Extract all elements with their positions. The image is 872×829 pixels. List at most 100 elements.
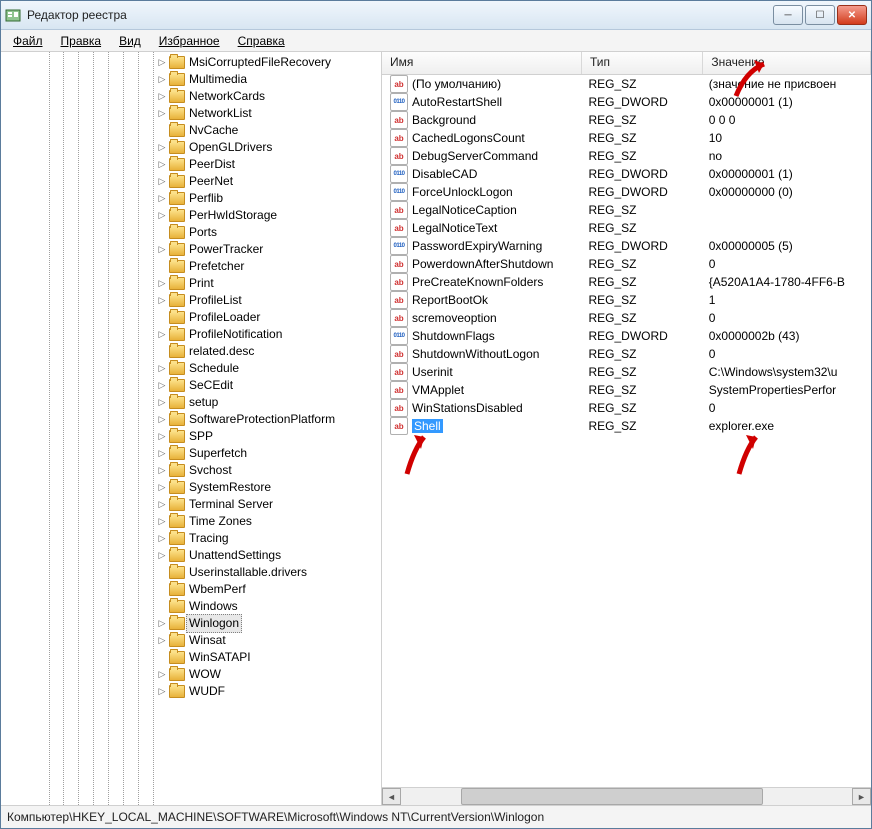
list-item[interactable]: abVMAppletREG_SZSystemPropertiesPerfor — [382, 381, 871, 399]
horizontal-scrollbar[interactable]: ◄ ► — [382, 787, 871, 805]
tree-item[interactable]: ▷NetworkList — [156, 105, 381, 122]
expand-icon[interactable]: ▷ — [156, 397, 168, 409]
tree-item[interactable]: ProfileLoader — [156, 309, 381, 326]
list-item[interactable]: abShutdownWithoutLogonREG_SZ0 — [382, 345, 871, 363]
tree-item[interactable]: ▷SPP — [156, 428, 381, 445]
tree-item[interactable]: ▷Print — [156, 275, 381, 292]
list-item[interactable]: abLegalNoticeTextREG_SZ — [382, 219, 871, 237]
maximize-button[interactable]: ☐ — [805, 5, 835, 25]
list-item[interactable]: abPreCreateKnownFoldersREG_SZ{A520A1A4-1… — [382, 273, 871, 291]
menu-edit[interactable]: Правка — [53, 32, 110, 50]
column-header-value[interactable]: Значение — [703, 52, 871, 74]
close-button[interactable]: ✕ — [837, 5, 867, 25]
expand-icon[interactable]: ▷ — [156, 550, 168, 562]
expand-icon[interactable]: ▷ — [156, 295, 168, 307]
tree-item[interactable]: ▷NetworkCards — [156, 88, 381, 105]
tree-item[interactable]: Windows — [156, 598, 381, 615]
expand-icon[interactable]: ▷ — [156, 635, 168, 647]
tree-item[interactable]: ▷PeerDist — [156, 156, 381, 173]
list-item[interactable]: abLegalNoticeCaptionREG_SZ — [382, 201, 871, 219]
menu-help[interactable]: Справка — [230, 32, 293, 50]
expand-icon[interactable]: ▷ — [156, 210, 168, 222]
expand-icon[interactable]: ▷ — [156, 329, 168, 341]
tree-item[interactable]: ▷Superfetch — [156, 445, 381, 462]
tree-item[interactable]: ▷Tracing — [156, 530, 381, 547]
list-item[interactable]: abBackgroundREG_SZ0 0 0 — [382, 111, 871, 129]
expand-icon[interactable]: ▷ — [156, 516, 168, 528]
expand-icon[interactable]: ▷ — [156, 91, 168, 103]
tree-item[interactable]: NvCache — [156, 122, 381, 139]
list-item[interactable]: 0110PasswordExpiryWarningREG_DWORD0x0000… — [382, 237, 871, 255]
expand-icon[interactable]: ▷ — [156, 159, 168, 171]
column-header-type[interactable]: Тип — [582, 52, 703, 74]
scroll-right-arrow[interactable]: ► — [852, 788, 871, 805]
tree-item[interactable]: ▷SystemRestore — [156, 479, 381, 496]
tree-item[interactable]: ▷PerHwIdStorage — [156, 207, 381, 224]
list-item[interactable]: abUserinitREG_SZC:\Windows\system32\u — [382, 363, 871, 381]
minimize-button[interactable]: ─ — [773, 5, 803, 25]
list-item[interactable]: abCachedLogonsCountREG_SZ10 — [382, 129, 871, 147]
tree-item[interactable]: Ports — [156, 224, 381, 241]
expand-icon[interactable]: ▷ — [156, 363, 168, 375]
listview-body[interactable]: ab(По умолчанию)REG_SZ(значение не присв… — [382, 75, 871, 787]
list-item[interactable]: abReportBootOkREG_SZ1 — [382, 291, 871, 309]
expand-icon[interactable]: ▷ — [156, 142, 168, 154]
tree-item[interactable]: ▷PeerNet — [156, 173, 381, 190]
tree-item[interactable]: ▷WUDF — [156, 683, 381, 700]
tree-item[interactable]: ▷SeCEdit — [156, 377, 381, 394]
list-item[interactable]: abscremoveoptionREG_SZ0 — [382, 309, 871, 327]
menu-file[interactable]: Файл — [5, 32, 51, 50]
tree-item[interactable]: ▷Winsat — [156, 632, 381, 649]
tree-item[interactable]: ▷ProfileNotification — [156, 326, 381, 343]
list-item[interactable]: abPowerdownAfterShutdownREG_SZ0 — [382, 255, 871, 273]
expand-icon[interactable]: ▷ — [156, 499, 168, 511]
tree-item[interactable]: ▷Winlogon — [156, 615, 381, 632]
column-header-name[interactable]: Имя — [382, 52, 582, 74]
list-item[interactable]: abWinStationsDisabledREG_SZ0 — [382, 399, 871, 417]
registry-tree[interactable]: ▷MsiCorruptedFileRecovery▷Multimedia▷Net… — [1, 52, 382, 805]
expand-icon[interactable]: ▷ — [156, 618, 168, 630]
tree-item[interactable]: related.desc — [156, 343, 381, 360]
expand-icon[interactable]: ▷ — [156, 669, 168, 681]
tree-item[interactable]: ▷Schedule — [156, 360, 381, 377]
tree-item[interactable]: ▷SoftwareProtectionPlatform — [156, 411, 381, 428]
expand-icon[interactable]: ▷ — [156, 686, 168, 698]
expand-icon[interactable]: ▷ — [156, 482, 168, 494]
expand-icon[interactable]: ▷ — [156, 193, 168, 205]
expand-icon[interactable]: ▷ — [156, 176, 168, 188]
tree-item[interactable]: ▷MsiCorruptedFileRecovery — [156, 54, 381, 71]
tree-item[interactable]: ▷Multimedia — [156, 71, 381, 88]
menu-favorites[interactable]: Избранное — [151, 32, 228, 50]
expand-icon[interactable]: ▷ — [156, 74, 168, 86]
expand-icon[interactable]: ▷ — [156, 431, 168, 443]
tree-item[interactable]: ▷Perflib — [156, 190, 381, 207]
tree-item[interactable]: ▷OpenGLDrivers — [156, 139, 381, 156]
list-item[interactable]: abDebugServerCommandREG_SZno — [382, 147, 871, 165]
tree-item[interactable]: WbemPerf — [156, 581, 381, 598]
scroll-thumb[interactable] — [461, 788, 763, 805]
tree-item[interactable]: ▷setup — [156, 394, 381, 411]
expand-icon[interactable]: ▷ — [156, 465, 168, 477]
list-item[interactable]: 0110AutoRestartShellREG_DWORD0x00000001 … — [382, 93, 871, 111]
expand-icon[interactable]: ▷ — [156, 108, 168, 120]
list-item[interactable]: 0110DisableCADREG_DWORD0x00000001 (1) — [382, 165, 871, 183]
expand-icon[interactable]: ▷ — [156, 244, 168, 256]
list-item[interactable]: 0110ForceUnlockLogonREG_DWORD0x00000000 … — [382, 183, 871, 201]
tree-item[interactable]: ▷WOW — [156, 666, 381, 683]
expand-icon[interactable]: ▷ — [156, 448, 168, 460]
tree-item[interactable]: Userinstallable.drivers — [156, 564, 381, 581]
tree-item[interactable]: ▷PowerTracker — [156, 241, 381, 258]
tree-item[interactable]: ▷ProfileList — [156, 292, 381, 309]
menu-view[interactable]: Вид — [111, 32, 149, 50]
expand-icon[interactable]: ▷ — [156, 533, 168, 545]
expand-icon[interactable]: ▷ — [156, 380, 168, 392]
scroll-left-arrow[interactable]: ◄ — [382, 788, 401, 805]
tree-item[interactable]: ▷Terminal Server — [156, 496, 381, 513]
tree-item[interactable]: ▷Svchost — [156, 462, 381, 479]
list-item[interactable]: abShellREG_SZexplorer.exe — [382, 417, 871, 435]
tree-item[interactable]: ▷Time Zones — [156, 513, 381, 530]
list-item[interactable]: 0110ShutdownFlagsREG_DWORD0x0000002b (43… — [382, 327, 871, 345]
tree-item[interactable]: Prefetcher — [156, 258, 381, 275]
expand-icon[interactable]: ▷ — [156, 57, 168, 69]
expand-icon[interactable]: ▷ — [156, 278, 168, 290]
